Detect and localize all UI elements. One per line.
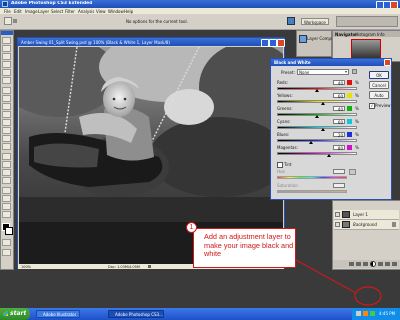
callout-number-badge: 1 bbox=[186, 222, 197, 233]
start-label: start bbox=[10, 310, 27, 317]
taskbar-item-illustrator[interactable]: Adobe Illustrator bbox=[36, 310, 80, 318]
taskbar: start Adobe Illustrator Adobe Photoshop … bbox=[0, 308, 400, 320]
system-tray: 4:45 PM bbox=[352, 308, 400, 320]
adjustment-icon-highlight-ring bbox=[354, 286, 382, 306]
taskbar-item-label: Adobe Illustrator bbox=[43, 312, 77, 317]
tray-icon[interactable] bbox=[356, 311, 361, 316]
windows-logo-icon bbox=[3, 311, 8, 316]
tray-icon[interactable] bbox=[363, 311, 368, 316]
callout-text-line: Add an adjustment layer to make your ima… bbox=[204, 233, 294, 258]
callout-pointer bbox=[295, 259, 382, 306]
clock: 4:45 PM bbox=[379, 311, 396, 316]
callout-box: Add an adjustment layer to make your ima… bbox=[193, 228, 296, 268]
taskbar-item-photoshop[interactable]: Adobe Photoshop CS3... bbox=[108, 310, 164, 318]
start-button[interactable]: start bbox=[0, 308, 30, 320]
taskbar-item-label: Adobe Photoshop CS3... bbox=[115, 312, 163, 317]
tray-icon[interactable] bbox=[370, 311, 375, 316]
